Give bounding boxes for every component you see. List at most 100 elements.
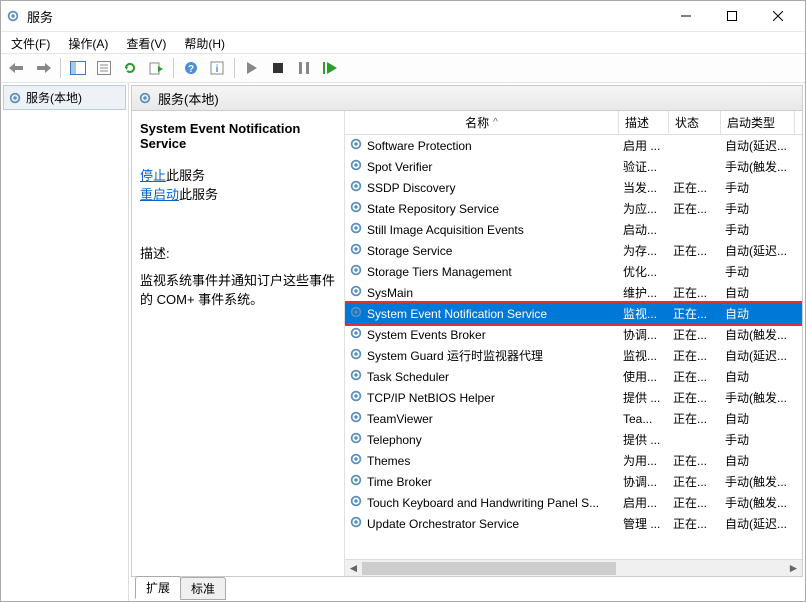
- service-name-cell: TeamViewer: [345, 410, 619, 427]
- export-button[interactable]: [144, 56, 168, 80]
- tabs: 扩展 标准: [131, 577, 803, 599]
- service-row[interactable]: Themes为用...正在...自动: [345, 450, 802, 471]
- service-type-cell: 自动: [721, 305, 795, 322]
- service-name-cell: SysMain: [345, 284, 619, 301]
- col-type[interactable]: 启动类型: [721, 111, 795, 134]
- restart-button[interactable]: [318, 56, 342, 80]
- tab-extended[interactable]: 扩展: [135, 576, 181, 599]
- list-body[interactable]: Software Protection启用 ...自动(延迟...Spot Ve…: [345, 135, 802, 559]
- service-name-cell: Software Protection: [345, 137, 619, 154]
- gear-icon: [349, 221, 363, 238]
- service-name-cell: System Events Broker: [345, 326, 619, 343]
- minimize-button[interactable]: [663, 1, 709, 31]
- service-row[interactable]: Task Scheduler使用...正在...自动: [345, 366, 802, 387]
- service-type-cell: 自动(延迟...: [721, 242, 795, 259]
- service-state-cell: 正在...: [669, 368, 721, 385]
- gear-icon: [349, 431, 363, 448]
- service-name-text: SysMain: [367, 286, 413, 300]
- service-row[interactable]: Spot Verifier验证...手动(触发...: [345, 156, 802, 177]
- service-row[interactable]: System Events Broker协调...正在...自动(触发...: [345, 324, 802, 345]
- service-name-cell: Storage Tiers Management: [345, 263, 619, 280]
- service-name-text: Software Protection: [367, 139, 472, 153]
- service-row[interactable]: System Event Notification Service监视...正在…: [345, 303, 802, 324]
- stop-link[interactable]: 停止: [140, 168, 166, 183]
- col-name[interactable]: 名称: [345, 111, 619, 134]
- service-type-cell: 手动: [721, 179, 795, 196]
- service-name-cell: Storage Service: [345, 242, 619, 259]
- service-name-cell: Touch Keyboard and Handwriting Panel S..…: [345, 494, 619, 511]
- back-button[interactable]: [5, 56, 29, 80]
- detail-panel: System Event Notification Service 停止此服务 …: [132, 111, 344, 576]
- forward-button[interactable]: [31, 56, 55, 80]
- app-icon: [5, 8, 21, 24]
- service-row[interactable]: SSDP Discovery当发...正在...手动: [345, 177, 802, 198]
- scroll-left-arrow[interactable]: ◄: [345, 560, 362, 577]
- service-row[interactable]: Still Image Acquisition Events启动...手动: [345, 219, 802, 240]
- gear-icon: [349, 347, 363, 364]
- list-panel: 名称 描述 状态 启动类型 Software Protection启用 ...自…: [344, 111, 802, 576]
- refresh-button[interactable]: [118, 56, 142, 80]
- menu-bar: 文件(F) 操作(A) 查看(V) 帮助(H): [1, 31, 805, 53]
- service-row[interactable]: Time Broker协调...正在...手动(触发...: [345, 471, 802, 492]
- gear-icon: [349, 368, 363, 385]
- service-row[interactable]: Storage Service为存...正在...自动(延迟...: [345, 240, 802, 261]
- service-name-text: Touch Keyboard and Handwriting Panel S..…: [367, 496, 599, 510]
- service-type-cell: 手动(触发...: [721, 494, 795, 511]
- col-desc[interactable]: 描述: [619, 111, 669, 134]
- close-button[interactable]: [755, 1, 801, 31]
- service-desc-cell: 提供 ...: [619, 389, 669, 406]
- service-row[interactable]: TCP/IP NetBIOS Helper提供 ...正在...手动(触发...: [345, 387, 802, 408]
- service-row[interactable]: Software Protection启用 ...自动(延迟...: [345, 135, 802, 156]
- stop-button[interactable]: [266, 56, 290, 80]
- menu-action[interactable]: 操作(A): [64, 33, 112, 54]
- gear-icon: [349, 473, 363, 490]
- service-row[interactable]: SysMain维护...正在...自动: [345, 282, 802, 303]
- service-type-cell: 自动: [721, 410, 795, 427]
- service-name-text: Spot Verifier: [367, 160, 432, 174]
- service-row[interactable]: Storage Tiers Management优化...手动: [345, 261, 802, 282]
- service-row[interactable]: State Repository Service为应...正在...手动: [345, 198, 802, 219]
- tab-standard[interactable]: 标准: [180, 577, 226, 600]
- service-row[interactable]: Touch Keyboard and Handwriting Panel S..…: [345, 492, 802, 513]
- service-type-cell: 手动(触发...: [721, 158, 795, 175]
- tree-panel: 服务(本地): [1, 83, 129, 601]
- service-name-cell: Task Scheduler: [345, 368, 619, 385]
- right-panel: 服务(本地) System Event Notification Service…: [129, 83, 805, 601]
- service-row[interactable]: Telephony提供 ...手动: [345, 429, 802, 450]
- service-state-cell: 正在...: [669, 305, 721, 322]
- menu-help[interactable]: 帮助(H): [180, 33, 229, 54]
- service-state-cell: 正在...: [669, 410, 721, 427]
- service-type-cell: 自动(延迟...: [721, 347, 795, 364]
- menu-view[interactable]: 查看(V): [122, 33, 170, 54]
- scroll-thumb[interactable]: [362, 562, 616, 575]
- pause-button[interactable]: [292, 56, 316, 80]
- play-button[interactable]: [240, 56, 264, 80]
- service-row[interactable]: System Guard 运行时监视器代理监视...正在...自动(延迟...: [345, 345, 802, 366]
- properties-button[interactable]: [92, 56, 116, 80]
- scroll-right-arrow[interactable]: ►: [785, 560, 802, 577]
- service-row[interactable]: TeamViewerTea...正在...自动: [345, 408, 802, 429]
- show-hide-tree-button[interactable]: [66, 56, 90, 80]
- service-type-cell: 自动(延迟...: [721, 137, 795, 154]
- service-desc-cell: 提供 ...: [619, 431, 669, 448]
- service-name-cell: Telephony: [345, 431, 619, 448]
- menu-file[interactable]: 文件(F): [7, 33, 54, 54]
- gear-icon: [349, 158, 363, 175]
- service-desc-cell: 协调...: [619, 326, 669, 343]
- tree-root-item[interactable]: 服务(本地): [3, 85, 126, 110]
- service-name-text: Time Broker: [367, 475, 432, 489]
- restart-link[interactable]: 重启动: [140, 187, 179, 202]
- col-state[interactable]: 状态: [669, 111, 721, 134]
- help-button[interactable]: ?: [179, 56, 203, 80]
- service-row[interactable]: Update Orchestrator Service管理 ...正在...自动…: [345, 513, 802, 534]
- service-state-cell: 正在...: [669, 200, 721, 217]
- service-name: System Event Notification Service: [140, 121, 336, 151]
- maximize-button[interactable]: [709, 1, 755, 31]
- window-title: 服务: [27, 7, 53, 26]
- service-desc-cell: 为用...: [619, 452, 669, 469]
- service-name-cell: Spot Verifier: [345, 158, 619, 175]
- h-scrollbar[interactable]: ◄ ►: [345, 559, 802, 576]
- service-desc-cell: 管理 ...: [619, 515, 669, 532]
- about-button[interactable]: i: [205, 56, 229, 80]
- service-name-text: Update Orchestrator Service: [367, 517, 519, 531]
